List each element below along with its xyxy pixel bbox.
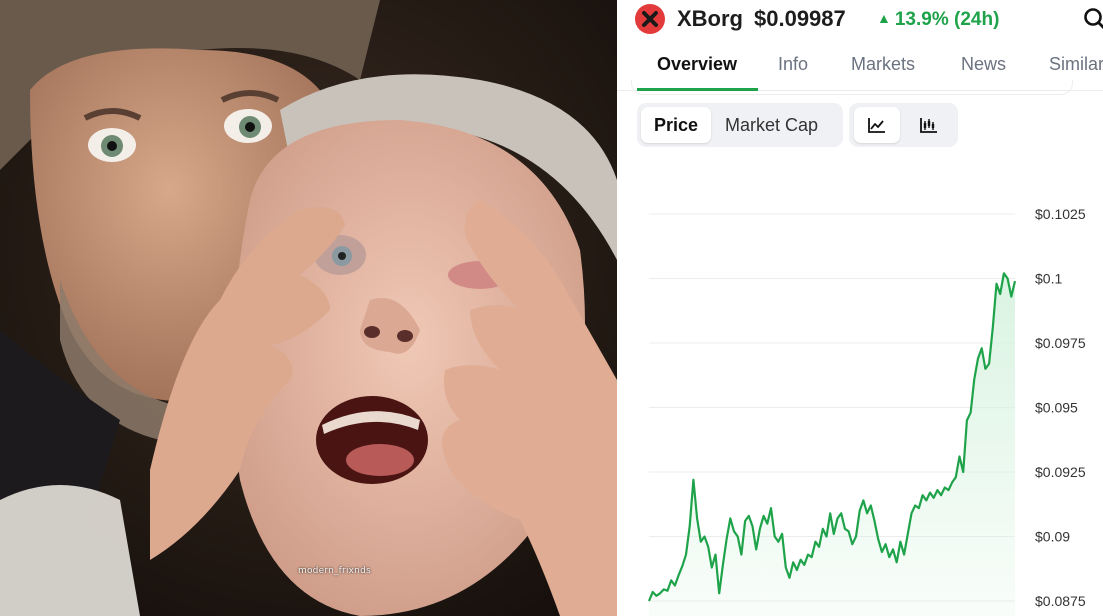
line-chart-icon <box>868 118 885 133</box>
y-tick-label: $0.1 <box>1035 271 1062 287</box>
line-chart-button[interactable] <box>854 107 900 143</box>
tab-markets[interactable]: Markets <box>851 54 915 75</box>
movie-still-image <box>0 0 617 616</box>
price-change-value: 13.9% (24h) <box>894 9 1000 30</box>
metric-toggle: Price Market Cap <box>637 103 843 147</box>
coin-name: XBorg <box>677 6 743 31</box>
y-tick-label: $0.0925 <box>1035 464 1086 480</box>
price-change: ▲ 13.9% (24h) <box>877 9 999 31</box>
candlestick-icon <box>920 118 937 133</box>
x-logo-icon <box>635 4 665 34</box>
photo-panel: modern_frixnds <box>0 0 617 616</box>
card-edge <box>631 80 1073 95</box>
coin-price: $0.09987 <box>754 6 846 31</box>
triangle-up-icon: ▲ <box>877 10 891 26</box>
y-tick-label: $0.1025 <box>1035 206 1086 222</box>
search-icon[interactable] <box>1083 7 1103 33</box>
tab-info[interactable]: Info <box>778 54 808 75</box>
y-tick-label: $0.0975 <box>1035 335 1086 351</box>
tab-overview[interactable]: Overview <box>657 54 737 75</box>
coin-header: XBorg $0.09987 ▲ 13.9% (24h) <box>617 0 1103 40</box>
watermark: modern_frixnds <box>298 566 371 576</box>
coin-detail-app: XBorg $0.09987 ▲ 13.9% (24h) Overview Inf… <box>617 0 1103 616</box>
price-toggle-button[interactable]: Price <box>641 107 711 143</box>
y-tick-label: $0.0875 <box>1035 593 1086 609</box>
y-tick-label: $0.095 <box>1035 400 1078 416</box>
y-tick-label: $0.09 <box>1035 529 1070 545</box>
price-chart: $0.1025 $0.1 $0.0975 $0.095 $0.0925 $0.09 $0.0… <box>647 206 1086 616</box>
tab-similar[interactable]: Similar <box>1049 54 1103 75</box>
tab-news[interactable]: News <box>961 54 1006 75</box>
chart-type-toggle <box>849 103 958 147</box>
market-cap-toggle-button[interactable]: Market Cap <box>725 107 818 143</box>
price-area <box>649 273 1015 616</box>
candlestick-chart-button[interactable] <box>906 107 952 143</box>
